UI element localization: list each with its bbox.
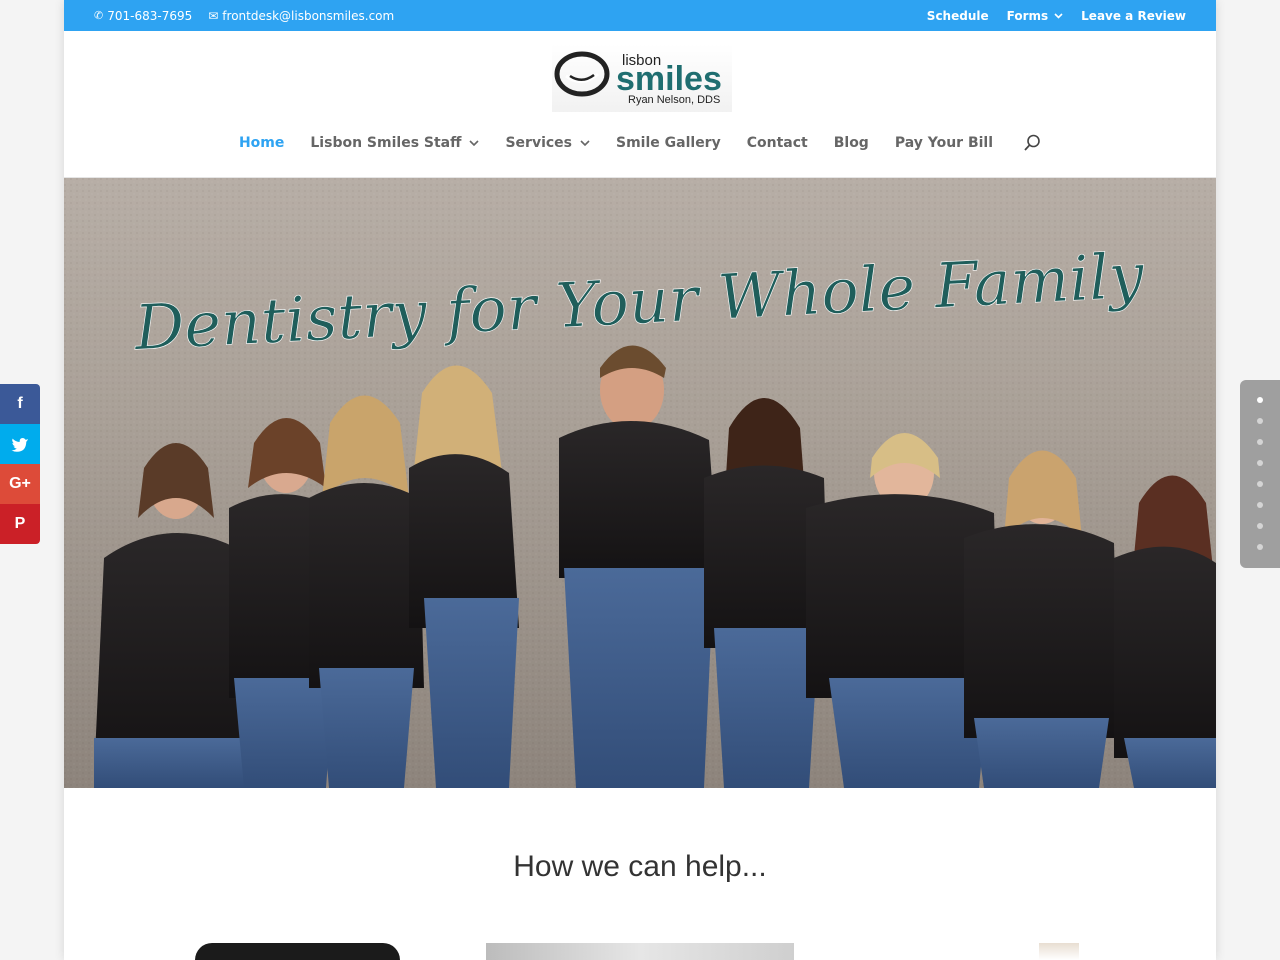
- logo-main-text: smiles: [616, 60, 722, 98]
- chevron-down-icon: [1054, 12, 1063, 19]
- site-logo[interactable]: lisbon smiles Ryan Nelson, DDS: [552, 44, 732, 112]
- slider-dot[interactable]: [1257, 544, 1263, 550]
- slider-dot[interactable]: [1257, 397, 1263, 403]
- slider-dot[interactable]: [1257, 439, 1263, 445]
- nav-label: Blog: [833, 135, 869, 151]
- nav-label: Contact: [746, 135, 808, 151]
- facebook-icon: f: [17, 395, 23, 412]
- section-title: How we can help...: [513, 850, 767, 883]
- nav-label: Smile Gallery: [616, 135, 721, 151]
- service-thumbnail-2[interactable]: [486, 943, 794, 960]
- service-thumbnail-1[interactable]: [195, 943, 400, 960]
- pinterest-share-button[interactable]: P: [0, 504, 40, 544]
- logo-sub-text: Ryan Nelson, DDS: [628, 94, 720, 106]
- phone-icon: ✆: [94, 9, 104, 22]
- main-nav: Home Lisbon Smiles Staff Services Smile …: [64, 125, 1216, 161]
- search-icon: [1024, 134, 1040, 151]
- nav-label: Pay Your Bill: [894, 135, 994, 151]
- contact-info: ✆ 701-683-7695 ✉ frontdesk@lisbonsmiles.…: [94, 0, 394, 31]
- slider-dot-nav: [1240, 380, 1280, 568]
- email-link[interactable]: ✉ frontdesk@lisbonsmiles.com: [208, 9, 394, 23]
- chevron-down-icon: [580, 140, 590, 146]
- email-icon: ✉: [208, 8, 219, 23]
- nav-item-home[interactable]: Home: [239, 135, 284, 151]
- email-address: frontdesk@lisbonsmiles.com: [222, 8, 395, 23]
- twitter-icon: [11, 437, 28, 452]
- slider-dot[interactable]: [1257, 502, 1263, 508]
- slider-dot[interactable]: [1257, 523, 1263, 529]
- google-plus-icon: G+: [9, 475, 31, 492]
- slider-dot[interactable]: [1257, 418, 1263, 424]
- service-thumbnail-3[interactable]: [1039, 943, 1079, 960]
- slider-dot[interactable]: [1257, 460, 1263, 466]
- search-button[interactable]: [1023, 134, 1041, 152]
- slider-dot[interactable]: [1257, 481, 1263, 487]
- chevron-down-icon: [469, 140, 480, 146]
- nav-label: Services: [505, 135, 573, 151]
- hero-image: Dentistry for Your Whole Family: [64, 178, 1216, 788]
- google-plus-share-button[interactable]: G+: [0, 464, 40, 504]
- nav-label: Home: [238, 135, 285, 151]
- page: ✆ 701-683-7695 ✉ frontdesk@lisbonsmiles.…: [64, 0, 1216, 960]
- phone-number: 701-683-7695: [107, 8, 193, 23]
- phone-link[interactable]: ✆ 701-683-7695: [94, 9, 192, 23]
- nav-item-staff[interactable]: Lisbon Smiles Staff: [310, 135, 480, 151]
- secondary-nav: Schedule Forms Leave a Review: [927, 0, 1186, 31]
- social-share-bar: f G+ P: [0, 384, 40, 544]
- logo-mark: lisbon smiles Ryan Nelson, DDS: [552, 44, 732, 112]
- schedule-label: Schedule: [926, 8, 989, 23]
- schedule-link[interactable]: Schedule: [927, 9, 989, 23]
- facebook-share-button[interactable]: f: [0, 384, 40, 424]
- leave-review-label: Leave a Review: [1081, 8, 1186, 23]
- nav-label: Lisbon Smiles Staff: [310, 135, 462, 151]
- twitter-share-button[interactable]: [0, 424, 40, 464]
- forms-link[interactable]: Forms: [1007, 9, 1064, 23]
- nav-item-blog[interactable]: Blog: [834, 135, 869, 151]
- nav-item-pay-your-bill[interactable]: Pay Your Bill: [895, 135, 993, 151]
- top-bar: ✆ 701-683-7695 ✉ frontdesk@lisbonsmiles.…: [64, 0, 1216, 31]
- leave-review-link[interactable]: Leave a Review: [1081, 9, 1186, 23]
- nav-item-contact[interactable]: Contact: [747, 135, 808, 151]
- nav-item-services[interactable]: Services: [505, 135, 590, 151]
- hero-slider: Dentistry for Your Whole Family: [64, 178, 1216, 788]
- nav-item-smile-gallery[interactable]: Smile Gallery: [616, 135, 721, 151]
- forms-label: Forms: [1006, 8, 1049, 23]
- pinterest-icon: P: [14, 515, 26, 532]
